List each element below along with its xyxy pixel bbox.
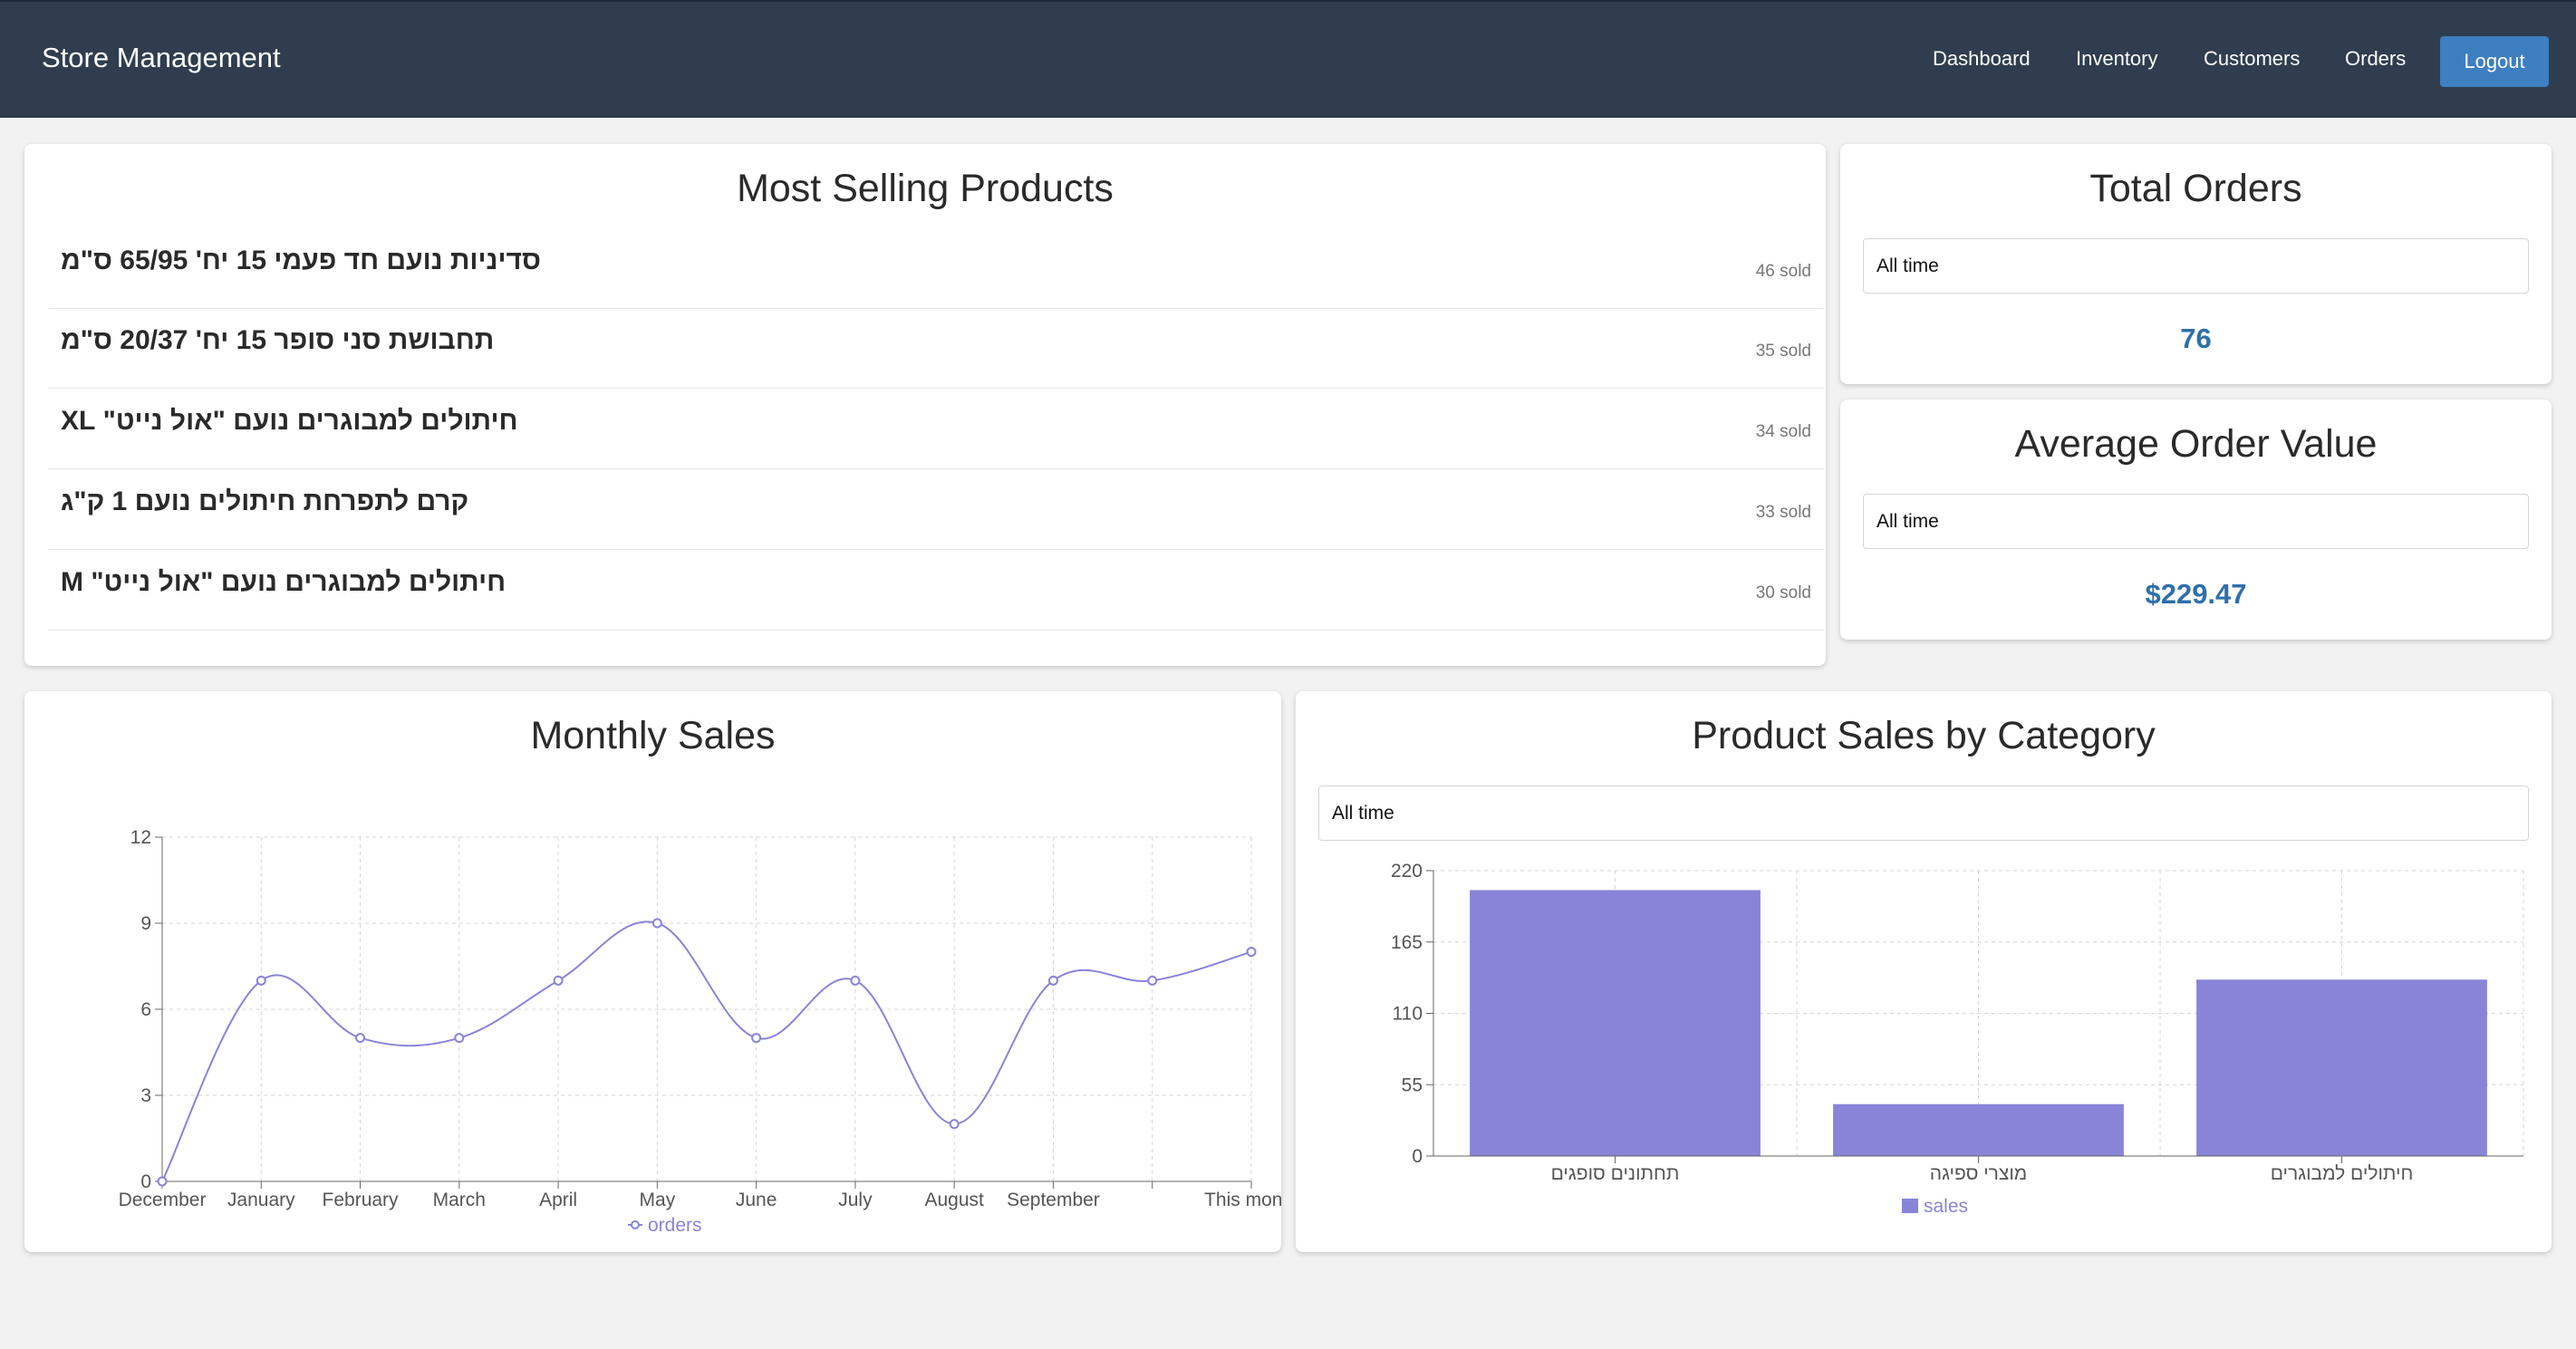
product-name: קרם לתפרחת חיתולים נועם 1 ק"ג [61,487,469,516]
nav-inventory[interactable]: Inventory [2076,47,2158,71]
data-point [1147,975,1158,986]
product-sold-count: 33 sold [1755,503,1811,522]
data-point [553,975,564,986]
product-name: חיתולים למבוגרים נועם "אול נייט" XL [61,406,518,436]
brand-title[interactable]: Store Management [42,42,281,74]
x-tick-label: June [736,1190,777,1210]
data-point [651,918,662,929]
product-row: תחבושת סני סופר 15 יח' 20/37 ס"מ 35 sold [48,309,1824,389]
total-orders-value: 76 [2180,323,2212,354]
data-point [355,1033,366,1044]
x-tick-label: April [539,1190,577,1210]
y-tick-label: 220 [1391,861,1423,882]
product-sold-count: 34 sold [1755,422,1811,441]
data-point [949,1119,960,1130]
product-name: תחבושת סני סופר 15 יח' 20/37 ס"מ [61,325,495,355]
x-tick-label: מוצרי ספיגה [1930,1163,2027,1184]
data-point [1047,975,1058,986]
legend-marker [631,1220,640,1229]
nav-dashboard[interactable]: Dashboard [1933,47,2031,71]
x-tick-label: May [640,1190,676,1210]
nav-customers[interactable]: Customers [2204,47,2300,71]
product-row: סדיניות נועם חד פעמי 15 יח' 65/95 ס"מ 46… [48,229,1824,309]
y-tick-label: 55 [1402,1074,1423,1095]
data-point [454,1033,465,1044]
y-tick-label: 9 [140,913,151,934]
total-orders-period-select[interactable]: All time [1863,238,2529,294]
average-order-value: $229.47 [2145,578,2247,610]
bar [1833,1103,2124,1156]
y-tick-label: 165 [1391,932,1423,953]
total-orders-title: Total Orders [2089,167,2302,210]
y-tick-label: 6 [140,999,151,1020]
y-tick-label: 3 [140,1085,151,1106]
data-point [1246,947,1257,958]
legend-label: orders [648,1215,702,1236]
data-point [751,1033,762,1044]
y-tick-label: 0 [1412,1146,1423,1167]
product-row: חיתולים למבוגרים נועם "אול נייט" M 30 so… [48,551,1824,631]
monthly-sales-card: Monthly Sales 0 3 6 9 12 December January Febru… [24,691,1281,1252]
average-order-card: Average Order Value All time $229.47 [1840,400,2552,640]
x-tick-label: January [227,1190,295,1210]
top-navbar: Store Management Dashboard Inventory Cus… [0,0,2576,118]
average-order-period-select[interactable]: All time [1863,494,2529,549]
product-sold-count: 30 sold [1755,583,1811,602]
product-name: סדיניות נועם חד פעמי 15 יח' 65/95 ס"מ [61,246,541,275]
x-tick-label: This month [1204,1190,1281,1210]
total-orders-card: Total Orders All time 76 [1840,144,2552,384]
logout-button[interactable]: Logout [2440,36,2549,87]
y-tick-label: 12 [130,827,151,848]
x-tick-label: תחתונים סופגים [1551,1163,1680,1184]
data-point [256,975,266,986]
x-tick-label: August [924,1190,984,1210]
most-selling-title: Most Selling Products [737,167,1114,210]
y-tick-label: 110 [1393,1004,1423,1025]
product-sold-count: 46 sold [1755,262,1811,281]
legend-swatch [1902,1199,1918,1213]
bar [2196,979,2487,1156]
product-name: חיתולים למבוגרים נועם "אול נייט" M [61,567,507,597]
x-tick-label: March [433,1190,486,1210]
series-line-orders [161,920,1252,1182]
monthly-sales-chart: 036912December January February March April M… [119,827,1281,1236]
most-selling-card: Most Selling Products סדיניות נועם חד פע… [24,144,1826,666]
product-row: חיתולים למבוגרים נועם "אול נייט" XL 34 s… [48,390,1824,469]
x-tick-label: February [323,1190,400,1210]
product-row: קרם לתפרחת חיתולים נועם 1 ק"ג 33 sold [48,470,1824,550]
data-point [157,1176,168,1187]
product-sold-count: 35 sold [1755,342,1811,361]
nav-orders[interactable]: Orders [2345,47,2406,71]
bar [1470,890,1761,1156]
x-tick-label: חיתולים למבוגרים [2271,1163,2414,1184]
average-order-title: Average Order Value [2014,422,2378,466]
legend-label: sales [1924,1196,1968,1217]
data-point [850,975,861,986]
x-tick-label: July [838,1190,873,1210]
x-tick-label: September [1007,1190,1100,1210]
x-tick-label: December [119,1190,207,1210]
category-sales-card: Product Sales by Category All time 0 55 11… [1296,691,2552,1252]
category-sales-chart: 0 55 110 165 220 תחתונים סופגים מוצרי ספיגה חית… [1391,861,2524,1217]
